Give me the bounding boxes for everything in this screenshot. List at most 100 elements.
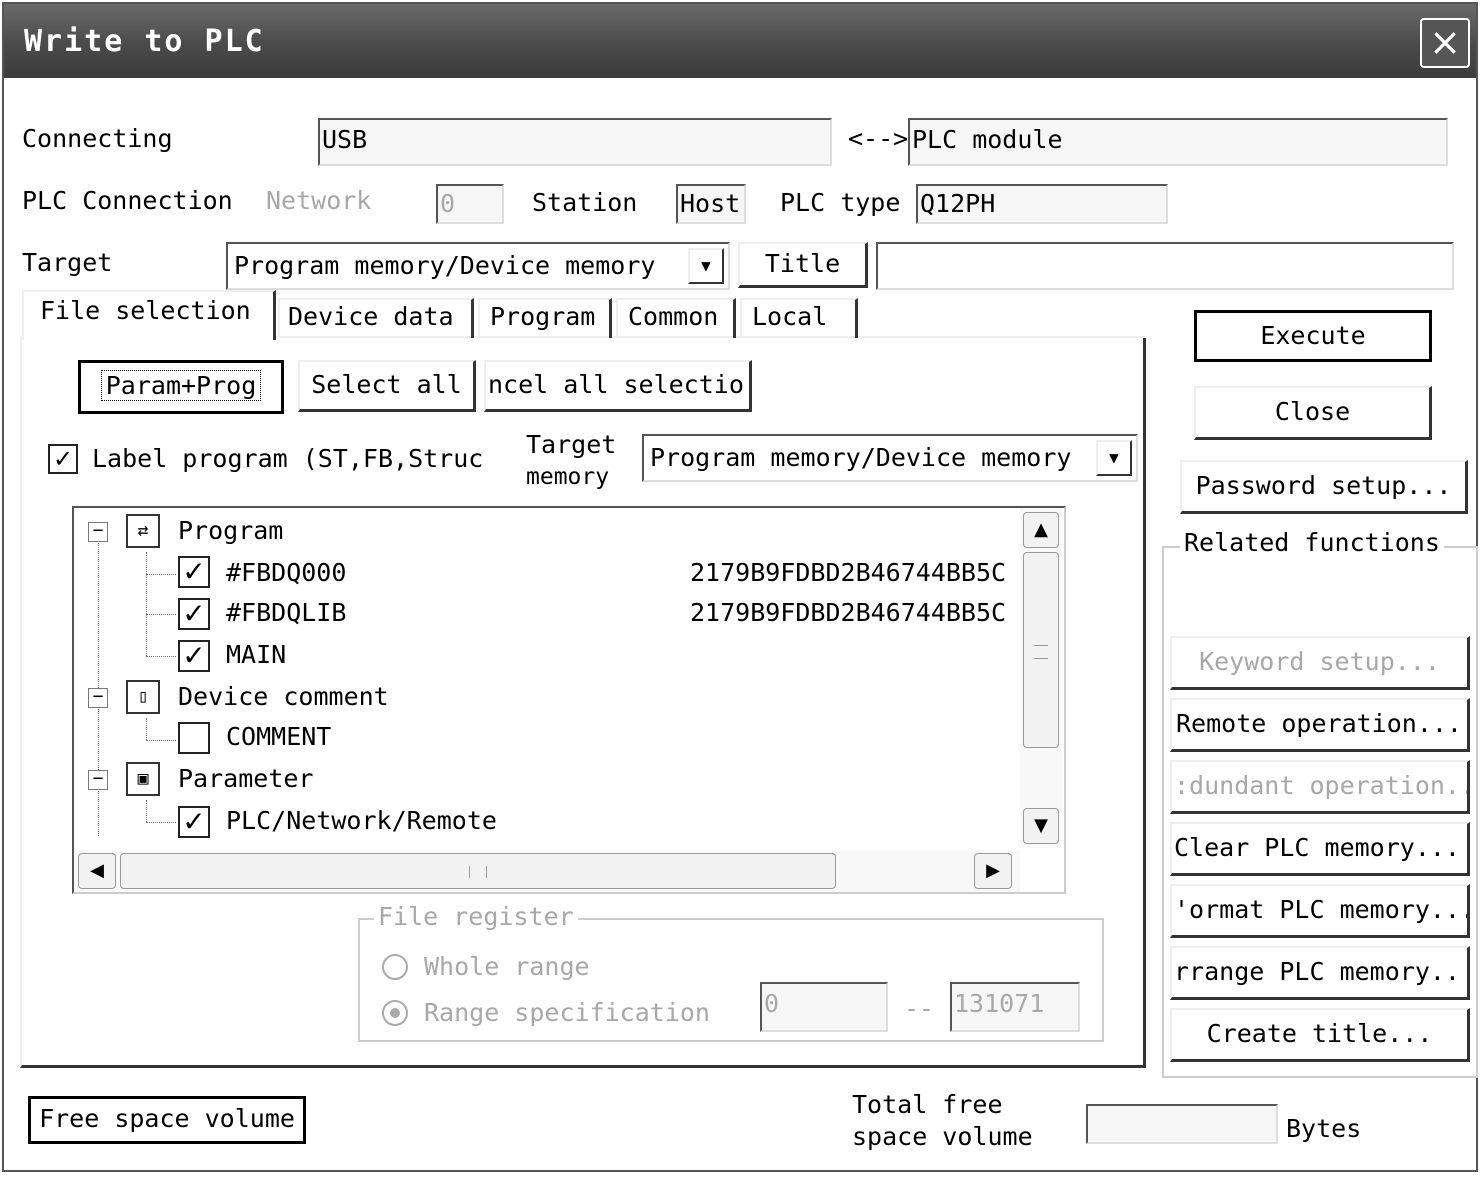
keyword-setup-button[interactable]: Keyword setup... xyxy=(1170,636,1470,690)
tree-item-fbdq000[interactable]: #FBDQ000 xyxy=(226,558,346,587)
tab-program[interactable]: Program xyxy=(478,298,612,338)
tree-group-parameter[interactable]: Parameter xyxy=(178,764,313,793)
param-prog-label: Param+Prog xyxy=(100,370,262,401)
close-button[interactable]: Close xyxy=(1194,386,1432,440)
target-label: Target xyxy=(22,248,113,277)
clear-plc-memory-button[interactable]: Clear PLC memory... xyxy=(1170,822,1470,876)
execute-button[interactable]: Execute xyxy=(1194,310,1432,362)
network-label: Network xyxy=(266,186,372,215)
plc-type-label: PLC type xyxy=(780,188,901,217)
create-title-button[interactable]: Create title... xyxy=(1170,1008,1470,1062)
range-to-input[interactable]: 131071 xyxy=(950,982,1080,1032)
tree-item-fbdq000-hash: 2179B9FDBD2B46744BB5C xyxy=(690,558,1007,587)
plc-module-value: PLC module xyxy=(908,118,1448,166)
target-memory-label-line1: Target xyxy=(526,430,617,459)
tree-group-device-comment[interactable]: Device comment xyxy=(178,682,389,711)
format-plc-memory-button[interactable]: 'ormat PLC memory... xyxy=(1170,884,1470,938)
whole-range-label: Whole range xyxy=(424,952,590,981)
tree-item-plc-network-remote[interactable]: PLC/Network/Remote xyxy=(226,806,497,835)
target-dropdown-value: Program memory/Device memory xyxy=(234,251,656,280)
station-label: Station xyxy=(532,188,638,217)
tab-device-data[interactable]: Device data xyxy=(278,298,474,338)
password-setup-button[interactable]: Password setup... xyxy=(1180,460,1468,514)
checkbox-comment[interactable] xyxy=(178,722,210,754)
redundant-operation-button[interactable]: :dundant operation... xyxy=(1170,760,1470,814)
plc-type-value: Q12PH xyxy=(916,184,1168,224)
collapse-icon[interactable]: − xyxy=(88,688,108,708)
target-memory-value: Program memory/Device memory xyxy=(650,443,1072,472)
whole-range-radio[interactable] xyxy=(382,954,408,980)
station-value: Host xyxy=(676,184,746,224)
scroll-up-icon[interactable]: ▲ xyxy=(1023,512,1059,548)
range-spec-label: Range specification xyxy=(424,998,710,1027)
tree-item-fbdqlib[interactable]: #FBDQLIB xyxy=(226,598,346,627)
title-input[interactable] xyxy=(876,242,1454,290)
tree-connector xyxy=(146,614,176,615)
tree-item-comment[interactable]: COMMENT xyxy=(226,722,331,751)
collapse-icon[interactable]: − xyxy=(88,522,108,542)
related-functions-label: Related functions xyxy=(1180,528,1444,557)
tree-group-program[interactable]: Program xyxy=(178,516,283,545)
label-program-checkbox[interactable]: ✓ xyxy=(48,444,78,474)
tab-file-selection[interactable]: File selection xyxy=(22,290,276,340)
plc-connection-label: PLC Connection xyxy=(22,186,233,215)
parameter-icon: ▣ xyxy=(126,762,160,796)
scroll-right-icon[interactable]: ▶ xyxy=(974,853,1012,889)
collapse-icon[interactable]: − xyxy=(88,770,108,790)
program-icon: ⇄ xyxy=(126,514,160,548)
network-value: 0 xyxy=(436,184,504,224)
window-title: Write to PLC xyxy=(24,24,265,59)
vertical-scrollbar[interactable]: ▲ ▼ xyxy=(1020,508,1062,848)
tree-connector xyxy=(146,822,176,823)
checkbox-plc-network-remote[interactable]: ✓ xyxy=(178,806,210,838)
checkbox-fbdq000[interactable]: ✓ xyxy=(178,556,210,588)
tree-item-main[interactable]: MAIN xyxy=(226,640,286,669)
tab-common[interactable]: Common xyxy=(616,298,736,338)
device-comment-icon: ▯ xyxy=(126,680,160,714)
range-from-input[interactable]: 0 xyxy=(760,982,888,1032)
total-free-value xyxy=(1086,1104,1278,1144)
chevron-down-icon[interactable]: ▼ xyxy=(688,248,724,284)
checkbox-main[interactable]: ✓ xyxy=(178,640,210,672)
cancel-all-selection-button[interactable]: ncel all selectio xyxy=(484,360,752,412)
arrange-plc-memory-button[interactable]: rrange PLC memory.. xyxy=(1170,946,1470,1000)
vertical-scroll-thumb[interactable] xyxy=(1023,552,1059,748)
connecting-value: USB xyxy=(318,118,832,166)
range-spec-radio[interactable] xyxy=(382,1000,408,1026)
free-space-volume-button[interactable]: Free space volume xyxy=(28,1096,306,1144)
bytes-label: Bytes xyxy=(1286,1114,1362,1143)
horizontal-scroll-thumb[interactable] xyxy=(120,853,836,889)
chevron-down-icon[interactable]: ▼ xyxy=(1096,440,1132,476)
grip-icon xyxy=(1034,645,1048,659)
file-tree: − ⇄ Program ✓ #FBDQ000 2179B9FDBD2B46744… xyxy=(72,506,1066,894)
tree-connector xyxy=(146,574,176,575)
remote-operation-button[interactable]: Remote operation... xyxy=(1170,698,1470,752)
tree-connector xyxy=(146,656,176,657)
target-dropdown[interactable]: Program memory/Device memory ▼ xyxy=(226,242,730,290)
tree-connector xyxy=(146,718,147,740)
file-register-label: File register xyxy=(374,902,578,931)
grip-icon xyxy=(469,866,487,878)
close-icon[interactable]: × xyxy=(1420,18,1470,68)
range-separator: -- xyxy=(904,994,935,1023)
connection-arrow: <--> xyxy=(848,124,909,153)
scroll-left-icon[interactable]: ◀ xyxy=(78,853,116,889)
param-prog-button[interactable]: Param+Prog xyxy=(78,360,284,414)
target-memory-dropdown[interactable]: Program memory/Device memory ▼ xyxy=(642,434,1138,482)
target-memory-label-line2: memory xyxy=(526,464,610,490)
write-to-plc-dialog: Write to PLC × Connecting USB <--> PLC m… xyxy=(2,2,1478,1172)
title-bar: Write to PLC × xyxy=(4,4,1476,78)
total-free-label-line1: Total free xyxy=(852,1090,1003,1119)
tab-local[interactable]: Local xyxy=(740,298,858,338)
label-program-label: Label program (ST,FB,Struc xyxy=(92,444,484,473)
tree-connector xyxy=(146,800,147,822)
tree-connector xyxy=(146,552,147,656)
tree-connector xyxy=(146,740,176,741)
scroll-down-icon[interactable]: ▼ xyxy=(1023,808,1059,844)
checkbox-fbdqlib[interactable]: ✓ xyxy=(178,598,210,630)
title-button[interactable]: Title xyxy=(738,242,868,288)
tree-item-fbdqlib-hash: 2179B9FDBD2B46744BB5C xyxy=(690,598,1007,627)
connecting-label: Connecting xyxy=(22,124,173,153)
horizontal-scrollbar[interactable]: ◀ ▶ xyxy=(74,850,1020,892)
select-all-button[interactable]: Select all xyxy=(298,360,476,412)
